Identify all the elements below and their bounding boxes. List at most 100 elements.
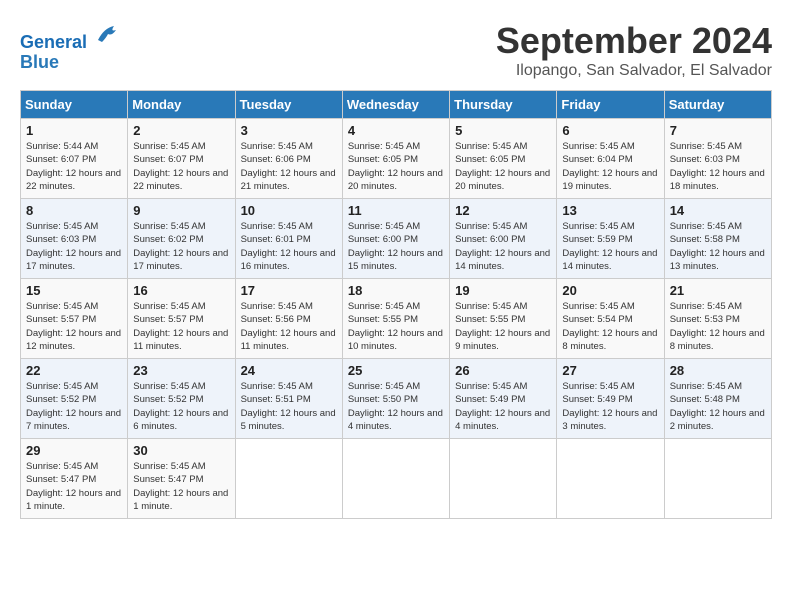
calendar-cell: 9 Sunrise: 5:45 AM Sunset: 6:02 PM Daylig… xyxy=(128,199,235,279)
calendar-cell: 17 Sunrise: 5:45 AM Sunset: 5:56 PM Dayli… xyxy=(235,279,342,359)
calendar-cell: 10 Sunrise: 5:45 AM Sunset: 6:01 PM Dayli… xyxy=(235,199,342,279)
calendar-cell: 18 Sunrise: 5:45 AM Sunset: 5:55 PM Dayli… xyxy=(342,279,449,359)
day-number: 9 xyxy=(133,203,229,218)
day-number: 11 xyxy=(348,203,444,218)
day-number: 20 xyxy=(562,283,658,298)
cell-content: Sunrise: 5:45 AM Sunset: 5:57 PM Dayligh… xyxy=(26,300,122,353)
cell-content: Sunrise: 5:45 AM Sunset: 6:01 PM Dayligh… xyxy=(241,220,337,273)
cell-content: Sunrise: 5:45 AM Sunset: 5:47 PM Dayligh… xyxy=(26,460,122,513)
day-number: 16 xyxy=(133,283,229,298)
cell-content: Sunrise: 5:45 AM Sunset: 5:54 PM Dayligh… xyxy=(562,300,658,353)
cell-content: Sunrise: 5:45 AM Sunset: 6:05 PM Dayligh… xyxy=(348,140,444,193)
cell-content: Sunrise: 5:45 AM Sunset: 6:07 PM Dayligh… xyxy=(133,140,229,193)
day-number: 17 xyxy=(241,283,337,298)
day-number: 26 xyxy=(455,363,551,378)
day-number: 15 xyxy=(26,283,122,298)
day-number: 21 xyxy=(670,283,766,298)
cell-content: Sunrise: 5:45 AM Sunset: 5:49 PM Dayligh… xyxy=(455,380,551,433)
calendar-cell xyxy=(664,439,771,519)
cell-content: Sunrise: 5:44 AM Sunset: 6:07 PM Dayligh… xyxy=(26,140,122,193)
calendar-cell: 2 Sunrise: 5:45 AM Sunset: 6:07 PM Daylig… xyxy=(128,119,235,199)
calendar-cell: 23 Sunrise: 5:45 AM Sunset: 5:52 PM Dayli… xyxy=(128,359,235,439)
calendar-cell: 19Sunrise: 5:45 AM Sunset: 5:55 PM Dayli… xyxy=(450,279,557,359)
col-header-wednesday: Wednesday xyxy=(342,91,449,119)
cell-content: Sunrise: 5:45 AM Sunset: 6:00 PM Dayligh… xyxy=(455,220,551,273)
cell-content: Sunrise: 5:45 AM Sunset: 5:53 PM Dayligh… xyxy=(670,300,766,353)
calendar-cell: 20 Sunrise: 5:45 AM Sunset: 5:54 PM Dayli… xyxy=(557,279,664,359)
calendar-cell xyxy=(342,439,449,519)
calendar-cell: 30Sunrise: 5:45 AM Sunset: 5:47 PM Dayli… xyxy=(128,439,235,519)
logo: General Blue xyxy=(20,20,122,73)
calendar-cell: 11 Sunrise: 5:45 AM Sunset: 6:00 PM Dayli… xyxy=(342,199,449,279)
calendar-cell xyxy=(557,439,664,519)
calendar-cell: 27 Sunrise: 5:45 AM Sunset: 5:49 PM Dayli… xyxy=(557,359,664,439)
col-header-monday: Monday xyxy=(128,91,235,119)
cell-content: Sunrise: 5:45 AM Sunset: 5:57 PM Dayligh… xyxy=(133,300,229,353)
cell-content: Sunrise: 5:45 AM Sunset: 6:06 PM Dayligh… xyxy=(241,140,337,193)
cell-content: Sunrise: 5:45 AM Sunset: 6:04 PM Dayligh… xyxy=(562,140,658,193)
logo-bird-icon xyxy=(94,20,122,48)
location-title: Ilopango, San Salvador, El Salvador xyxy=(496,62,772,80)
cell-content: Sunrise: 5:45 AM Sunset: 5:47 PM Dayligh… xyxy=(133,460,229,513)
day-number: 18 xyxy=(348,283,444,298)
calendar-table: SundayMondayTuesdayWednesdayThursdayFrid… xyxy=(20,90,772,519)
cell-content: Sunrise: 5:45 AM Sunset: 6:03 PM Dayligh… xyxy=(26,220,122,273)
calendar-cell: 25 Sunrise: 5:45 AM Sunset: 5:50 PM Dayli… xyxy=(342,359,449,439)
cell-content: Sunrise: 5:45 AM Sunset: 6:00 PM Dayligh… xyxy=(348,220,444,273)
cell-content: Sunrise: 5:45 AM Sunset: 5:52 PM Dayligh… xyxy=(133,380,229,433)
calendar-cell: 1 Sunrise: 5:44 AM Sunset: 6:07 PM Daylig… xyxy=(21,119,128,199)
calendar-cell: 6Sunrise: 5:45 AM Sunset: 6:04 PM Daylig… xyxy=(557,119,664,199)
day-number: 3 xyxy=(241,123,337,138)
calendar-cell xyxy=(450,439,557,519)
calendar-cell: 16 Sunrise: 5:45 AM Sunset: 5:57 PM Dayli… xyxy=(128,279,235,359)
col-header-sunday: Sunday xyxy=(21,91,128,119)
calendar-cell: 26 Sunrise: 5:45 AM Sunset: 5:49 PM Dayli… xyxy=(450,359,557,439)
cell-content: Sunrise: 5:45 AM Sunset: 5:51 PM Dayligh… xyxy=(241,380,337,433)
title-area: September 2024 Ilopango, San Salvador, E… xyxy=(496,20,772,80)
header: General Blue September 2024 Ilopango, Sa… xyxy=(20,20,772,80)
cell-content: Sunrise: 5:45 AM Sunset: 5:48 PM Dayligh… xyxy=(670,380,766,433)
calendar-cell: 7 Sunrise: 5:45 AM Sunset: 6:03 PM Daylig… xyxy=(664,119,771,199)
calendar-cell: 8 Sunrise: 5:45 AM Sunset: 6:03 PM Daylig… xyxy=(21,199,128,279)
calendar-cell: 15 Sunrise: 5:45 AM Sunset: 5:57 PM Dayli… xyxy=(21,279,128,359)
logo-general: General xyxy=(20,32,87,52)
day-number: 7 xyxy=(670,123,766,138)
day-number: 4 xyxy=(348,123,444,138)
calendar-cell: 12Sunrise: 5:45 AM Sunset: 6:00 PM Dayli… xyxy=(450,199,557,279)
cell-content: Sunrise: 5:45 AM Sunset: 5:58 PM Dayligh… xyxy=(670,220,766,273)
cell-content: Sunrise: 5:45 AM Sunset: 5:50 PM Dayligh… xyxy=(348,380,444,433)
cell-content: Sunrise: 5:45 AM Sunset: 6:02 PM Dayligh… xyxy=(133,220,229,273)
day-number: 24 xyxy=(241,363,337,378)
day-number: 5 xyxy=(455,123,551,138)
day-number: 14 xyxy=(670,203,766,218)
cell-content: Sunrise: 5:45 AM Sunset: 5:56 PM Dayligh… xyxy=(241,300,337,353)
day-number: 28 xyxy=(670,363,766,378)
calendar-cell: 29 Sunrise: 5:45 AM Sunset: 5:47 PM Dayli… xyxy=(21,439,128,519)
day-number: 29 xyxy=(26,443,122,458)
cell-content: Sunrise: 5:45 AM Sunset: 5:49 PM Dayligh… xyxy=(562,380,658,433)
calendar-cell xyxy=(235,439,342,519)
day-number: 19 xyxy=(455,283,551,298)
calendar-cell: 5 Sunrise: 5:45 AM Sunset: 6:05 PM Daylig… xyxy=(450,119,557,199)
day-number: 22 xyxy=(26,363,122,378)
day-number: 27 xyxy=(562,363,658,378)
day-number: 23 xyxy=(133,363,229,378)
day-number: 25 xyxy=(348,363,444,378)
day-number: 8 xyxy=(26,203,122,218)
col-header-tuesday: Tuesday xyxy=(235,91,342,119)
cell-content: Sunrise: 5:45 AM Sunset: 5:59 PM Dayligh… xyxy=(562,220,658,273)
day-number: 1 xyxy=(26,123,122,138)
calendar-cell: 14 Sunrise: 5:45 AM Sunset: 5:58 PM Dayli… xyxy=(664,199,771,279)
cell-content: Sunrise: 5:45 AM Sunset: 5:55 PM Dayligh… xyxy=(348,300,444,353)
col-header-friday: Friday xyxy=(557,91,664,119)
cell-content: Sunrise: 5:45 AM Sunset: 6:05 PM Dayligh… xyxy=(455,140,551,193)
cell-content: Sunrise: 5:45 AM Sunset: 6:03 PM Dayligh… xyxy=(670,140,766,193)
col-header-thursday: Thursday xyxy=(450,91,557,119)
month-title: September 2024 xyxy=(496,20,772,62)
calendar-cell: 24 Sunrise: 5:45 AM Sunset: 5:51 PM Dayli… xyxy=(235,359,342,439)
day-number: 10 xyxy=(241,203,337,218)
day-number: 2 xyxy=(133,123,229,138)
calendar-cell: 21 Sunrise: 5:45 AM Sunset: 5:53 PM Dayli… xyxy=(664,279,771,359)
cell-content: Sunrise: 5:45 AM Sunset: 5:52 PM Dayligh… xyxy=(26,380,122,433)
calendar-cell: 13Sunrise: 5:45 AM Sunset: 5:59 PM Dayli… xyxy=(557,199,664,279)
